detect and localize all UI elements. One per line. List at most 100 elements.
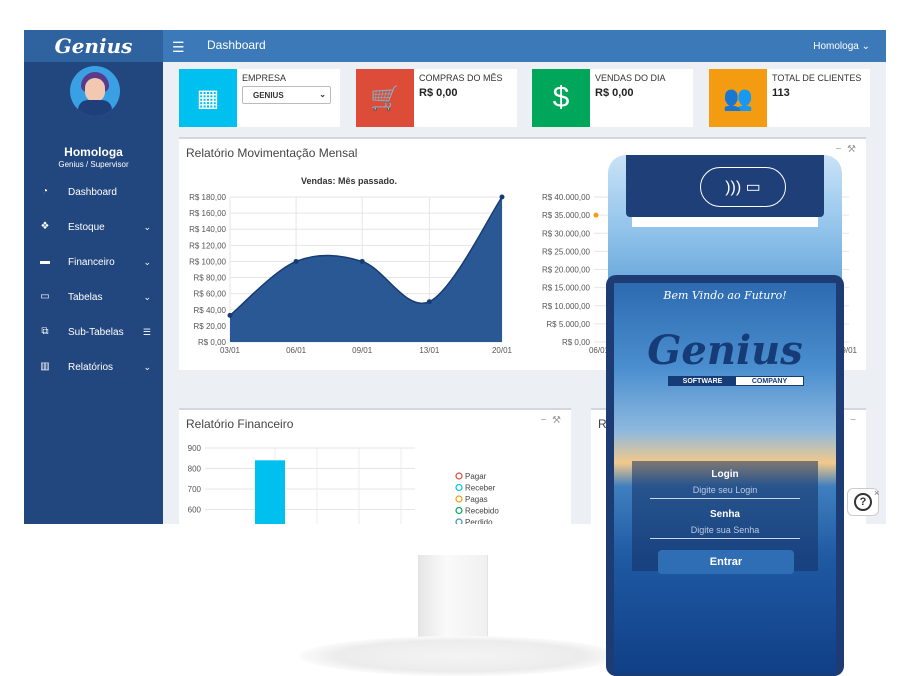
sidebar: Homologa Genius / Supervisor ◔ Dashboard ❖… bbox=[24, 62, 163, 524]
kpi-clientes-value: 113 bbox=[772, 87, 790, 99]
kpi-empresa-label: EMPRESA bbox=[242, 73, 287, 83]
kpi-vendas-value: R$ 0,00 bbox=[595, 87, 634, 99]
kpi-compras: 🛒 COMPRAS DO MÊS R$ 0,00 bbox=[356, 69, 517, 127]
legend-label: Pagas bbox=[465, 495, 488, 504]
y-tick-label: R$ 0,00 bbox=[562, 338, 591, 347]
building-icon: ▦ bbox=[179, 69, 237, 127]
sidebar-item-estoque[interactable]: ❖ Estoque ⌄ bbox=[24, 213, 163, 241]
y-tick-label: R$ 160,00 bbox=[189, 209, 226, 218]
dollar-icon: $ bbox=[532, 69, 590, 127]
kpi-compras-label: COMPRAS DO MÊS bbox=[419, 73, 503, 83]
legend-label: Pagar bbox=[465, 472, 487, 481]
login-input[interactable]: Digite seu Login bbox=[650, 485, 800, 499]
sidebar-item-sub-tabelas[interactable]: ⧉ Sub-Tabelas ☰ bbox=[24, 318, 163, 346]
legend-marker bbox=[455, 495, 463, 503]
y-tick-label: R$ 140,00 bbox=[189, 225, 226, 234]
legend-label: Receber bbox=[465, 484, 496, 493]
chevron-down-icon: ⌄ bbox=[143, 291, 151, 302]
submit-button[interactable]: Entrar bbox=[658, 550, 794, 574]
user-role: Genius / Supervisor bbox=[58, 160, 129, 169]
sidebar-item-label: Financeiro bbox=[68, 256, 115, 268]
help-close-icon[interactable]: × bbox=[874, 488, 879, 498]
user-menu[interactable]: Homologa ⌄ bbox=[813, 41, 870, 52]
y-tick-label: R$ 30.000,00 bbox=[542, 229, 591, 238]
bar-chart-icon: ▥ bbox=[40, 361, 50, 372]
vendas-area-chart: R$ 0,00R$ 20,00R$ 40,00R$ 60,00R$ 80,00R… bbox=[189, 193, 512, 355]
empresa-select[interactable]: GENIUS ⌄ bbox=[242, 86, 331, 104]
clone-icon: ⧉ bbox=[41, 326, 49, 337]
pos-welcome: Bem Vindo ao Futuro! bbox=[663, 289, 787, 302]
y-tick-label: R$ 180,00 bbox=[189, 193, 226, 202]
y-tick-label: R$ 35.000,00 bbox=[542, 211, 591, 220]
pos-body: Bem Vindo ao Futuro! Genius SOFTWARE COM… bbox=[606, 275, 844, 676]
sidebar-item-label: Tabelas bbox=[68, 291, 103, 303]
x-tick-label: 06/01 bbox=[286, 346, 307, 355]
y-tick-label: 800 bbox=[188, 465, 202, 474]
sidebar-item-tabelas[interactable]: ▭ Tabelas ⌄ bbox=[24, 283, 163, 311]
contactless-icon: ))) ▭ bbox=[700, 167, 786, 207]
data-point bbox=[227, 312, 233, 318]
window-icon: ▭ bbox=[40, 291, 50, 302]
monitor-base bbox=[300, 636, 620, 676]
cart-plus-icon: 🛒 bbox=[356, 69, 414, 127]
sidebar-item-relat-rios[interactable]: ▥ Relatórios ⌄ bbox=[24, 353, 163, 381]
credit-card-icon: ▬ bbox=[40, 256, 50, 267]
y-tick-label: R$ 40.000,00 bbox=[542, 193, 591, 202]
kpi-vendas-label: VENDAS DO DIA bbox=[595, 73, 666, 83]
panel-financeiro: Relatório Financeiro − ⚒ 400 500 600 700 800… bbox=[179, 408, 571, 524]
pos-printer: ))) ▭ bbox=[626, 155, 824, 217]
stage: Genius ☰ Dashboard Homologa ⌄ Homologa G… bbox=[0, 0, 912, 676]
y-tick-label: R$ 20.000,00 bbox=[542, 266, 591, 275]
y-tick-label: 700 bbox=[188, 485, 202, 494]
avatar-body bbox=[78, 100, 112, 116]
list-icon: ☰ bbox=[142, 326, 151, 337]
avatar-face bbox=[85, 78, 105, 102]
sidebar-item-financeiro[interactable]: ▬ Financeiro ⌄ bbox=[24, 248, 163, 276]
kpi-clientes-label: TOTAL DE CLIENTES bbox=[772, 73, 862, 83]
chevron-down-icon: ⌄ bbox=[319, 90, 326, 99]
y-tick-label: R$ 25.000,00 bbox=[542, 247, 591, 256]
password-label: Senha bbox=[709, 509, 740, 520]
y-tick-label: R$ 80,00 bbox=[194, 274, 227, 283]
panel-tools-financeiro[interactable]: − ⚒ bbox=[541, 415, 561, 426]
data-point bbox=[499, 194, 505, 200]
pos-device: ))) ▭ Bem Vindo ao Futuro! Genius SOFTWA… bbox=[606, 155, 844, 676]
panel-tools[interactable]: − ⚒ bbox=[836, 144, 856, 155]
app-logo[interactable]: Genius bbox=[24, 30, 163, 62]
panel-movimentacao-title: Relatório Movimentação Mensal bbox=[186, 146, 358, 160]
pos-paper bbox=[632, 217, 818, 227]
data-point bbox=[593, 212, 599, 218]
dashboard-icon: ◔ bbox=[41, 186, 49, 197]
x-tick-label: 03/01 bbox=[220, 346, 241, 355]
cubes-icon: ❖ bbox=[40, 221, 50, 232]
x-tick-label: 09/01 bbox=[352, 346, 373, 355]
empresa-select-value: GENIUS bbox=[253, 91, 284, 100]
y-tick-label: R$ 15.000,00 bbox=[542, 284, 591, 293]
area-series bbox=[230, 197, 502, 342]
panel-tools-right[interactable]: − bbox=[850, 415, 856, 426]
financeiro-bar-chart: 400500600700800900PagarReceberPagasReceb… bbox=[188, 444, 499, 524]
y-tick-label: R$ 40,00 bbox=[194, 306, 227, 315]
y-tick-label: 600 bbox=[188, 506, 202, 515]
y-tick-label: R$ 20,00 bbox=[194, 322, 227, 331]
tag-company: COMPANY bbox=[751, 378, 788, 385]
sidebar-item-label: Dashboard bbox=[68, 186, 117, 198]
kpi-empresa: ▦ EMPRESA GENIUS ⌄ bbox=[179, 69, 340, 127]
top-navbar: Genius ☰ Dashboard Homologa ⌄ bbox=[24, 30, 886, 62]
tag-software: SOFTWARE bbox=[669, 377, 736, 385]
menu-toggle-icon[interactable]: ☰ bbox=[172, 39, 185, 56]
sidebar-item-dashboard[interactable]: ◔ Dashboard bbox=[24, 178, 163, 206]
chevron-down-icon: ⌄ bbox=[143, 221, 151, 232]
password-input[interactable]: Digite sua Senha bbox=[650, 525, 800, 539]
user-name: Homologa bbox=[64, 145, 123, 159]
legend-label: Recebido bbox=[465, 507, 499, 516]
y-tick-label: R$ 5.000,00 bbox=[546, 320, 590, 329]
data-point bbox=[426, 299, 432, 305]
y-tick-label: R$ 10.000,00 bbox=[542, 302, 591, 311]
kpi-clientes: 👥 TOTAL DE CLIENTES 113 bbox=[709, 69, 870, 127]
login-label: Login bbox=[711, 469, 739, 480]
kpi-vendas: $ VENDAS DO DIA R$ 0,00 bbox=[532, 69, 693, 127]
panel-financeiro-title: Relatório Financeiro bbox=[186, 417, 294, 431]
sidebar-item-label: Estoque bbox=[68, 221, 105, 233]
x-tick-label: 13/01 bbox=[419, 346, 440, 355]
